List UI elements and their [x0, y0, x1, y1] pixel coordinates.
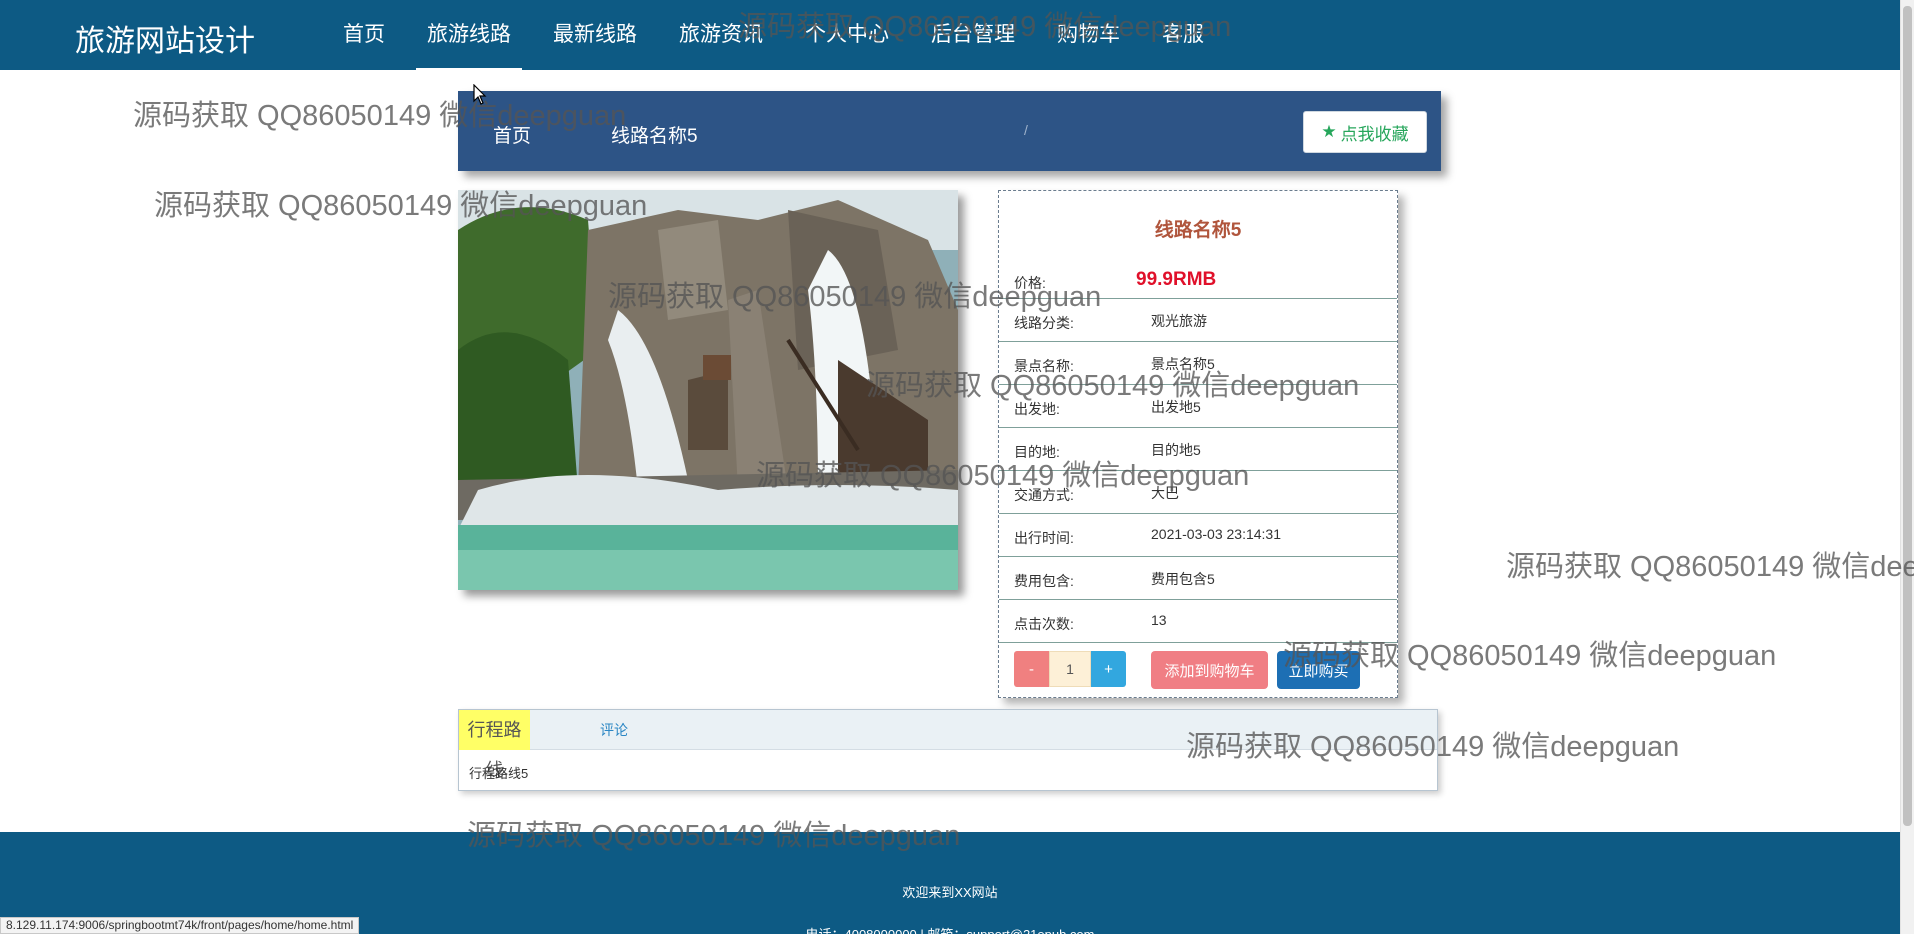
row-value: 出发地5 [1151, 399, 1201, 415]
row-label: 景点名称: [1014, 358, 1074, 374]
nav-item-latest-routes[interactable]: 最新线路 [532, 0, 658, 70]
row-value: 目的地5 [1151, 442, 1201, 458]
info-row-destination: 目的地: 目的地5 [999, 428, 1397, 471]
nav-item-news[interactable]: 旅游资讯 [658, 0, 784, 70]
row-label: 线路分类: [1014, 315, 1074, 331]
mouse-pointer-icon [473, 84, 487, 105]
waterfall-scene-image [458, 190, 958, 590]
route-photo [458, 190, 958, 590]
quantity-decrease-button[interactable]: - [1014, 651, 1049, 687]
nav-item-routes[interactable]: 旅游线路 [406, 0, 532, 70]
row-label: 出发地: [1014, 401, 1060, 417]
tab-itinerary[interactable]: 行程路线 [459, 710, 530, 780]
row-value: 2021-03-03 23:14:31 [1151, 526, 1281, 542]
info-row-departure: 出发地: 出发地5 [999, 385, 1397, 428]
tab-comments[interactable]: 评论 [600, 710, 628, 750]
page-scrollbar[interactable] [1900, 0, 1914, 934]
info-row-attraction: 景点名称: 景点名称5 [999, 342, 1397, 385]
info-row-travel-time: 出行时间: 2021-03-03 23:14:31 [999, 514, 1397, 557]
row-value: 观光旅游 [1151, 313, 1207, 329]
nav-item-profile[interactable]: 个人中心 [784, 0, 910, 70]
buy-now-button[interactable]: 立即购买 [1277, 651, 1360, 689]
route-info-panel: 线路名称5 价格: 99.9RMB 线路分类: 观光旅游 景点名称: 景点名称5… [998, 190, 1398, 698]
nav-item-admin[interactable]: 后台管理 [910, 0, 1036, 70]
nav-item-home[interactable]: 首页 [322, 0, 406, 70]
row-label: 费用包含: [1014, 573, 1074, 589]
breadcrumb-separator: / [1024, 122, 1028, 138]
nav-item-service[interactable]: 客服 [1141, 0, 1225, 70]
row-value: 费用包含5 [1151, 571, 1215, 587]
site-brand[interactable]: 旅游网站设计 [75, 16, 255, 60]
tab-header: 行程路线 评论 [459, 710, 1437, 780]
row-label: 点击次数: [1014, 616, 1074, 632]
route-title: 线路名称5 [1154, 220, 1242, 241]
main-nav: 首页 旅游线路 最新线路 旅游资讯 个人中心 后台管理 购物车 客服 [322, 0, 1225, 70]
browser-status-url: 8.129.11.174:9006/springbootmt74k/front/… [0, 917, 360, 934]
watermark-text: 源码获取 QQ86050149 微信deepguan [1506, 551, 1914, 583]
scrollbar-thumb[interactable] [1903, 6, 1912, 826]
star-icon: ★ [1321, 122, 1337, 141]
favorite-label: 点我收藏 [1340, 124, 1409, 144]
add-to-cart-button[interactable]: 添加到购物车 [1151, 651, 1268, 689]
favorite-button[interactable]: ★ 点我收藏 [1303, 111, 1427, 153]
breadcrumb-current: 线路名称5 [611, 126, 698, 147]
info-row-category: 线路分类: 观光旅游 [999, 299, 1397, 342]
row-label: 目的地: [1014, 444, 1060, 460]
tab-content: 行程路线5 [469, 766, 529, 781]
breadcrumb: 首页 / 线路名称5 ★ 点我收藏 [458, 91, 1441, 171]
top-nav-bar: 旅游网站设计 首页 旅游线路 最新线路 旅游资讯 个人中心 后台管理 购物车 客… [0, 0, 1900, 70]
info-row-clicks: 点击次数: 13 [999, 600, 1397, 643]
row-value: 13 [1151, 612, 1167, 628]
quantity-input[interactable] [1049, 651, 1091, 687]
price-row [999, 255, 1397, 299]
info-row-transport: 交通方式: 大巴 [999, 471, 1397, 514]
nav-item-cart[interactable]: 购物车 [1036, 0, 1141, 70]
quantity-increase-button[interactable]: + [1091, 651, 1126, 687]
row-label: 交通方式: [1014, 487, 1074, 503]
footer-welcome: 欢迎来到XX网站 [902, 885, 998, 900]
row-label: 出行时间: [1014, 530, 1074, 546]
row-value: 景点名称5 [1151, 356, 1215, 372]
info-row-fee-includes: 费用包含: 费用包含5 [999, 557, 1397, 600]
quantity-stepper: - + [1014, 651, 1126, 687]
detail-tabs: 行程路线 评论 行程路线5 [458, 709, 1438, 791]
breadcrumb-home[interactable]: 首页 [493, 121, 531, 148]
row-value: 大巴 [1151, 485, 1179, 501]
